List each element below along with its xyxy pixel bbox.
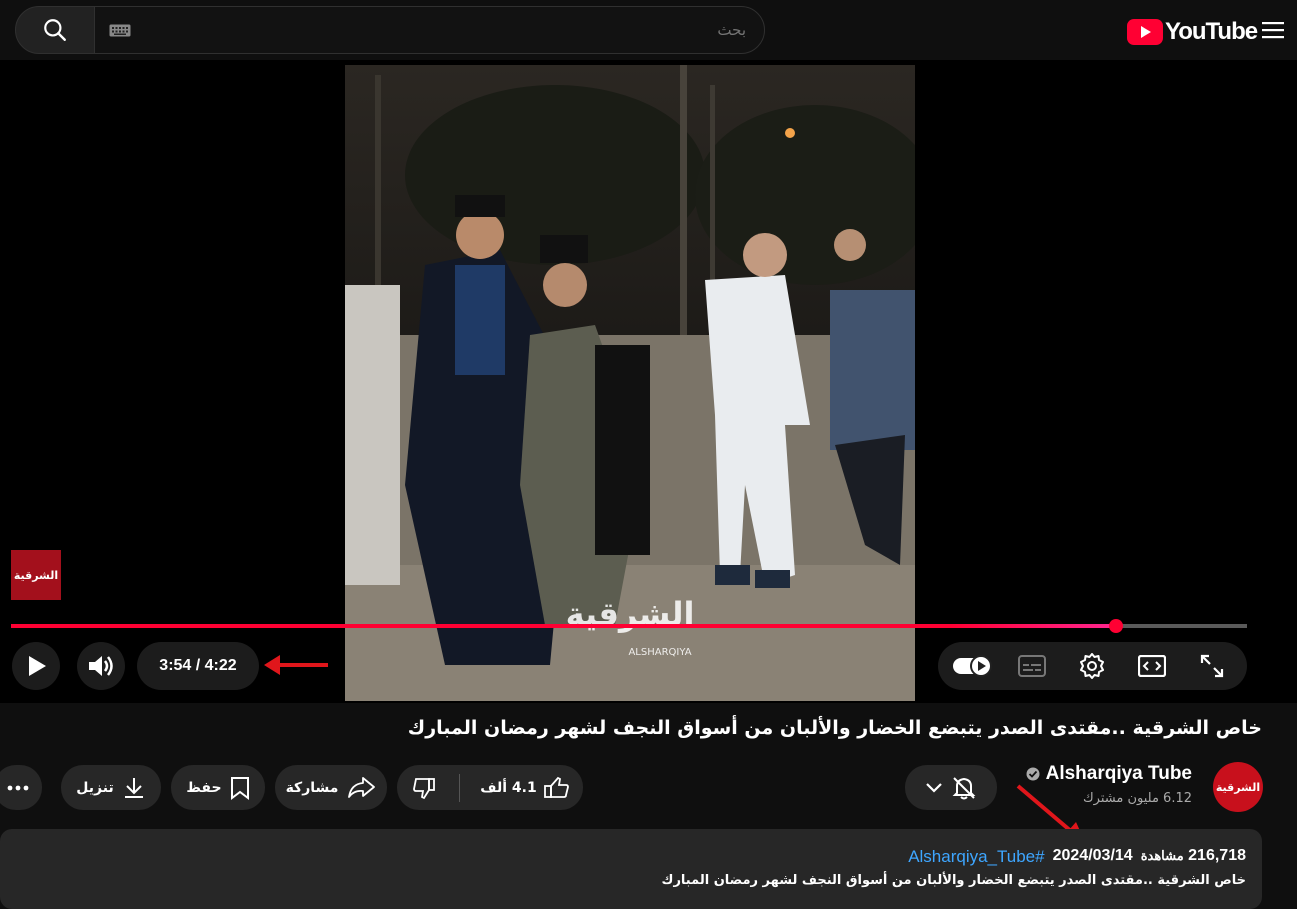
share-button[interactable]: مشاركة <box>275 765 387 810</box>
play-button[interactable] <box>12 642 60 690</box>
video-title: خاص الشرقية ..مقتدى الصدر يتبضع الخضار و… <box>407 717 1262 739</box>
subscriber-count: 6.12 مليون مشترك <box>1082 791 1192 806</box>
chevron-down-icon <box>926 782 942 793</box>
channel-watermark-text: الشرقية <box>13 568 59 582</box>
notification-bell-button[interactable] <box>905 765 997 810</box>
autoplay-toggle[interactable] <box>942 642 1002 690</box>
share-label: مشاركة <box>285 779 339 796</box>
theater-mode-icon <box>1138 655 1166 677</box>
settings-button[interactable] <box>1062 642 1122 690</box>
top-bar: YouTube <box>0 0 1297 60</box>
search-input[interactable] <box>135 7 750 53</box>
fullscreen-button[interactable] <box>1182 642 1242 690</box>
keyboard-icon[interactable] <box>109 24 131 37</box>
video-frame[interactable]: الشرقية ALSHARQIYA <box>345 65 915 701</box>
download-icon <box>124 777 143 798</box>
youtube-logo-text: YouTube <box>1165 18 1258 45</box>
bell-off-icon <box>952 776 976 799</box>
youtube-play-logo-icon <box>1127 19 1163 45</box>
like-divider <box>459 773 461 802</box>
video-watermark-subtext: ALSHARQIYA <box>628 647 691 658</box>
dislike-button[interactable] <box>399 776 451 800</box>
progress-bar-played <box>11 624 1116 628</box>
more-horizontal-icon <box>7 785 29 790</box>
theater-mode-button[interactable] <box>1122 642 1182 690</box>
hamburger-menu-icon[interactable] <box>1261 20 1285 40</box>
bookmark-icon <box>230 776 249 800</box>
annotation-arrow-time <box>264 655 328 675</box>
subtitles-button[interactable] <box>1002 642 1062 690</box>
search-icon <box>44 19 66 41</box>
youtube-logo[interactable]: YouTube <box>1127 18 1258 46</box>
like-button[interactable]: 4.1 ألف <box>468 776 580 800</box>
progress-bar[interactable] <box>11 619 1247 633</box>
channel-avatar[interactable]: الشرقية <box>1213 762 1263 812</box>
description-meta: 216,718 مشاهدة 2024/03/14 #Alsharqiya_Tu… <box>908 847 1246 867</box>
view-count: 216,718 مشاهدة <box>1140 847 1246 864</box>
like-dislike-group: 4.1 ألف <box>397 765 583 810</box>
video-scene: الشرقية ALSHARQIYA <box>345 65 915 701</box>
channel-avatar-text: الشرقية <box>1215 780 1261 794</box>
views-label: مشاهدة <box>1140 848 1184 863</box>
hashtag-link[interactable]: #Alsharqiya_Tube <box>908 847 1044 867</box>
volume-button[interactable] <box>77 642 125 690</box>
search-box[interactable] <box>94 6 765 54</box>
thumbs-down-icon <box>413 777 436 799</box>
progress-scrubber-handle[interactable] <box>1108 619 1123 633</box>
gear-icon <box>1080 653 1104 679</box>
volume-icon <box>89 656 113 676</box>
upload-date: 2024/03/14 <box>1052 847 1133 864</box>
save-label: حفظ <box>186 779 222 796</box>
verified-badge-icon <box>1026 767 1040 781</box>
player-right-controls <box>938 642 1247 690</box>
channel-watermark[interactable]: الشرقية <box>11 550 61 600</box>
subtitles-icon <box>1018 655 1046 677</box>
download-button[interactable]: تنزيل <box>61 765 161 810</box>
like-count: 4.1 ألف <box>480 779 537 796</box>
time-display: 3:54 / 4:22 <box>137 642 259 690</box>
save-button[interactable]: حفظ <box>171 765 265 810</box>
fullscreen-icon <box>1200 654 1224 678</box>
thumbs-up-icon <box>543 776 569 798</box>
more-actions-button[interactable] <box>0 765 42 810</box>
video-player[interactable]: الشرقية ALSHARQIYA الشرقية 3:54 / 4:22 <box>0 60 1297 703</box>
play-icon <box>29 656 46 676</box>
share-icon <box>348 776 376 798</box>
description-text: خاص الشرقية ..مقتدى الصدر يتبضع الخضار و… <box>661 873 1246 888</box>
autoplay-toggle-icon <box>953 655 992 677</box>
download-label: تنزيل <box>76 779 114 796</box>
time-text: 3:54 / 4:22 <box>159 657 237 674</box>
description-box[interactable]: 216,718 مشاهدة 2024/03/14 #Alsharqiya_Tu… <box>0 829 1262 909</box>
search-button[interactable] <box>15 6 95 54</box>
